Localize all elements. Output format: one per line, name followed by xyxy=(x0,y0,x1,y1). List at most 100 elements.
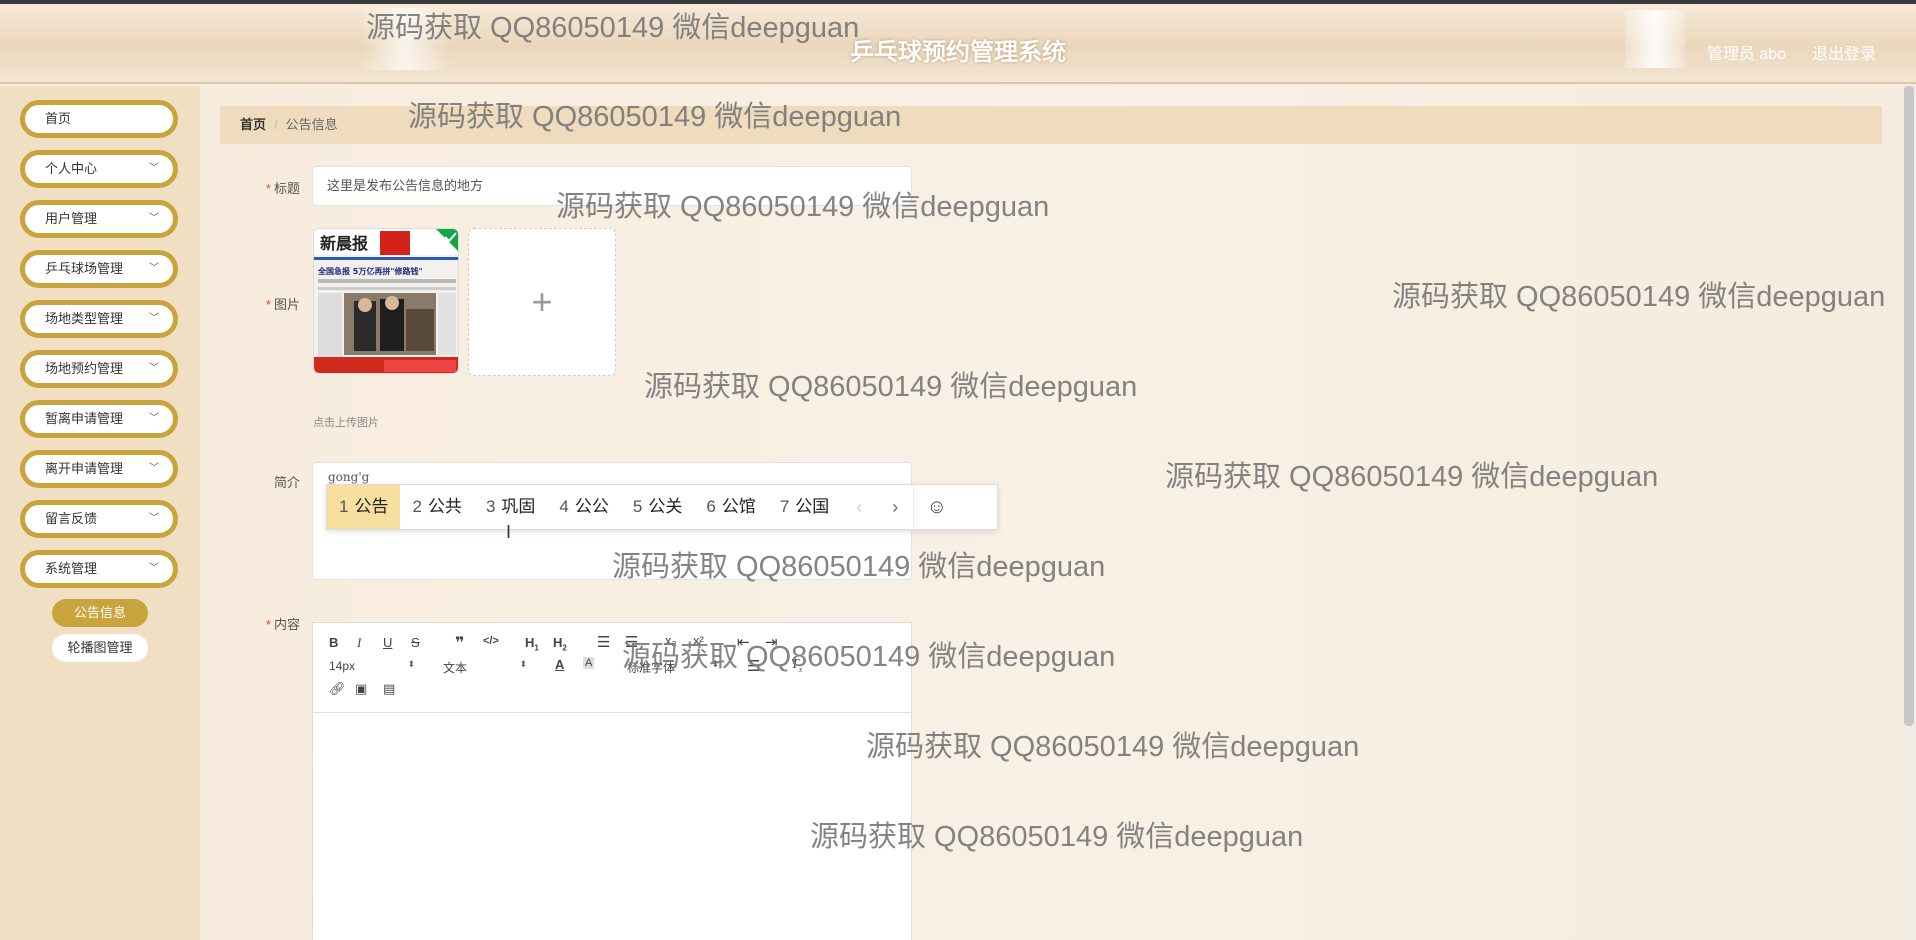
sidebar: 首页 个人中心 ﹀ 用户管理 ﹀ 乒乓球场管理 ﹀ 场地类型管理 ﹀ 场地预约管理 ﹀ 暂… xyxy=(0,86,200,940)
paragraph-select[interactable]: 文本 ⬍ xyxy=(443,659,527,676)
chevron-down-icon: ﹀ xyxy=(149,463,159,474)
sidebar-item-venue-type-management[interactable]: 场地类型管理 ﹀ xyxy=(20,300,178,338)
required-mark: * xyxy=(265,297,271,312)
candidate-text: 公国 xyxy=(795,497,830,516)
rich-text-editor: B I U S ❞ </> H1 H2 ☰ ☰ x₂ x² ⇤ ⇥ 14px ⬍ … xyxy=(312,622,912,940)
font-size-value: 14px xyxy=(329,659,356,673)
chevron-down-icon: ﹀ xyxy=(149,413,159,424)
italic-icon[interactable]: I xyxy=(357,635,361,651)
bullet-list-icon[interactable]: ☰ xyxy=(625,633,638,651)
newspaper-headline: 全国急报 5万亿再拼"修路钱" xyxy=(317,266,423,276)
outdent-icon[interactable]: ⇤ xyxy=(737,633,750,651)
upload-add-button[interactable]: + xyxy=(468,228,616,376)
candidate-text: 公共 xyxy=(427,497,462,516)
sidebar-item-label: 系统管理 xyxy=(45,561,98,576)
indent-icon[interactable]: ⇥ xyxy=(765,633,778,651)
image-icon[interactable]: ▣ xyxy=(355,681,367,697)
code-icon[interactable]: </> xyxy=(483,635,499,647)
sidebar-item-label: 场地预约管理 xyxy=(45,361,124,376)
sidebar-item-feedback[interactable]: 留言反馈 ﹀ xyxy=(20,500,178,538)
sidebar-item-court-management[interactable]: 乒乓球场管理 ﹀ xyxy=(20,250,178,288)
content-label: * 内容 xyxy=(220,614,300,633)
select-arrow-icon: ⬍ xyxy=(711,659,719,669)
paragraph-value: 文本 xyxy=(443,661,468,675)
chevron-down-icon: ﹀ xyxy=(149,213,159,224)
sidebar-subitem-announcements[interactable]: 公告信息 xyxy=(52,599,148,627)
font-family-value: 标准字体 xyxy=(627,661,676,675)
editor-content-area[interactable] xyxy=(313,713,911,940)
select-arrow-icon: ⬍ xyxy=(519,659,527,669)
newspaper-masthead: 新晨报 xyxy=(320,234,368,253)
app-header: 乒乓球预约管理系统 管理员 abo 退出登录 xyxy=(0,4,1916,84)
ime-candidate[interactable]: 7 公国 xyxy=(768,485,841,529)
clear-format-icon[interactable]: Tx xyxy=(791,657,802,674)
superscript-icon[interactable]: x² xyxy=(693,633,704,648)
ime-prev-page-icon[interactable]: ‹ xyxy=(841,485,877,529)
content-label-text: 内容 xyxy=(273,617,300,632)
required-mark: * xyxy=(265,617,271,632)
font-family-select[interactable]: 标准字体 ⬍ xyxy=(627,659,719,676)
strikethrough-icon[interactable]: S xyxy=(411,635,420,650)
plus-icon: + xyxy=(531,281,553,322)
sidebar-item-home[interactable]: 首页 xyxy=(20,100,178,138)
ime-composition-text: gong'g xyxy=(328,470,370,484)
chevron-down-icon: ﹀ xyxy=(149,563,159,574)
sidebar-item-label: 个人中心 xyxy=(45,161,98,176)
sidebar-item-reservation-management[interactable]: 场地预约管理 ﹀ xyxy=(20,350,178,388)
chevron-down-icon: ﹀ xyxy=(149,363,159,374)
uploaded-image-thumbnail[interactable]: 新晨报 全国急报 5万亿再拼"修路钱" xyxy=(313,228,459,374)
current-user: 管理员 abo xyxy=(1706,46,1786,63)
ime-candidate[interactable]: 1 公告 xyxy=(327,485,401,529)
ordered-list-icon[interactable]: ☰ xyxy=(597,633,610,651)
upload-hint: 点击上传图片 xyxy=(313,417,379,429)
breadcrumb-home[interactable]: 首页 xyxy=(240,117,266,132)
background-color-icon[interactable]: A xyxy=(583,657,595,669)
font-size-select[interactable]: 14px ⬍ xyxy=(329,659,415,673)
logout-link[interactable]: 退出登录 xyxy=(1812,40,1876,64)
font-color-icon[interactable]: A xyxy=(555,657,564,672)
candidate-text: 公馆 xyxy=(721,497,756,516)
ime-next-page-icon[interactable]: › xyxy=(877,485,913,529)
sidebar-item-system-management[interactable]: 系统管理 ﹀ xyxy=(20,550,178,588)
ime-candidate[interactable]: 2 公共 xyxy=(400,485,473,529)
breadcrumb-separator: / xyxy=(274,117,278,132)
text-cursor-icon: I xyxy=(506,522,512,542)
select-arrow-icon: ⬍ xyxy=(407,659,415,669)
sidebar-item-label: 首页 xyxy=(45,111,72,126)
breadcrumb: 首页 / 公告信息 xyxy=(220,106,1882,144)
sidebar-item-user-management[interactable]: 用户管理 ﹀ xyxy=(20,200,178,238)
heading1-icon[interactable]: H1 xyxy=(525,635,539,653)
link-icon[interactable]: 🔗︎ xyxy=(329,681,346,697)
intro-label: 简介 xyxy=(273,475,300,490)
sidebar-item-temp-leave-management[interactable]: 暂离申请管理 ﹀ xyxy=(20,400,178,438)
sidebar-item-label: 场地类型管理 xyxy=(45,311,124,326)
sidebar-subitem-carousel[interactable]: 轮播图管理 xyxy=(52,634,148,662)
video-icon[interactable]: ▤ xyxy=(383,681,395,697)
ime-candidate[interactable]: 4 公公 xyxy=(547,485,620,529)
emoji-icon[interactable]: ☺ xyxy=(913,485,959,529)
chevron-down-icon: ﹀ xyxy=(149,513,159,524)
ime-candidate[interactable]: 5 公关 xyxy=(621,485,694,529)
subscript-icon[interactable]: x₂ xyxy=(665,633,677,648)
ime-candidate[interactable]: 6 公馆 xyxy=(694,485,767,529)
underline-icon[interactable]: U xyxy=(383,635,392,650)
required-mark: * xyxy=(265,181,271,196)
chevron-down-icon: ﹀ xyxy=(149,263,159,274)
ime-candidate-window: 1 公告 2 公共 3 巩固 4 公公 5 公关 6 公馆 7 公国 ‹ › ☺ xyxy=(326,484,998,530)
chevron-down-icon: ﹀ xyxy=(149,163,159,174)
breadcrumb-current: 公告信息 xyxy=(285,117,338,132)
heading2-icon[interactable]: H2 xyxy=(553,635,567,653)
title-input[interactable]: 这里是发布公告信息的地方 xyxy=(312,166,912,206)
candidate-text: 巩固 xyxy=(501,497,536,516)
sidebar-item-personal-center[interactable]: 个人中心 ﹀ xyxy=(20,150,178,188)
sidebar-item-label: 留言反馈 xyxy=(45,511,98,526)
scrollbar-thumb[interactable] xyxy=(1904,86,1914,726)
candidate-text: 公告 xyxy=(354,497,389,516)
blockquote-icon[interactable]: ❞ xyxy=(455,633,464,653)
bold-icon[interactable]: B xyxy=(329,635,338,650)
image-label: * 图片 xyxy=(220,294,300,313)
sidebar-item-leave-management[interactable]: 离开申请管理 ﹀ xyxy=(20,450,178,488)
editor-toolbar: B I U S ❞ </> H1 H2 ☰ ☰ x₂ x² ⇤ ⇥ 14px ⬍ … xyxy=(313,623,911,713)
align-icon[interactable]: ☰ xyxy=(747,657,760,675)
candidate-number: 6 xyxy=(706,497,716,516)
